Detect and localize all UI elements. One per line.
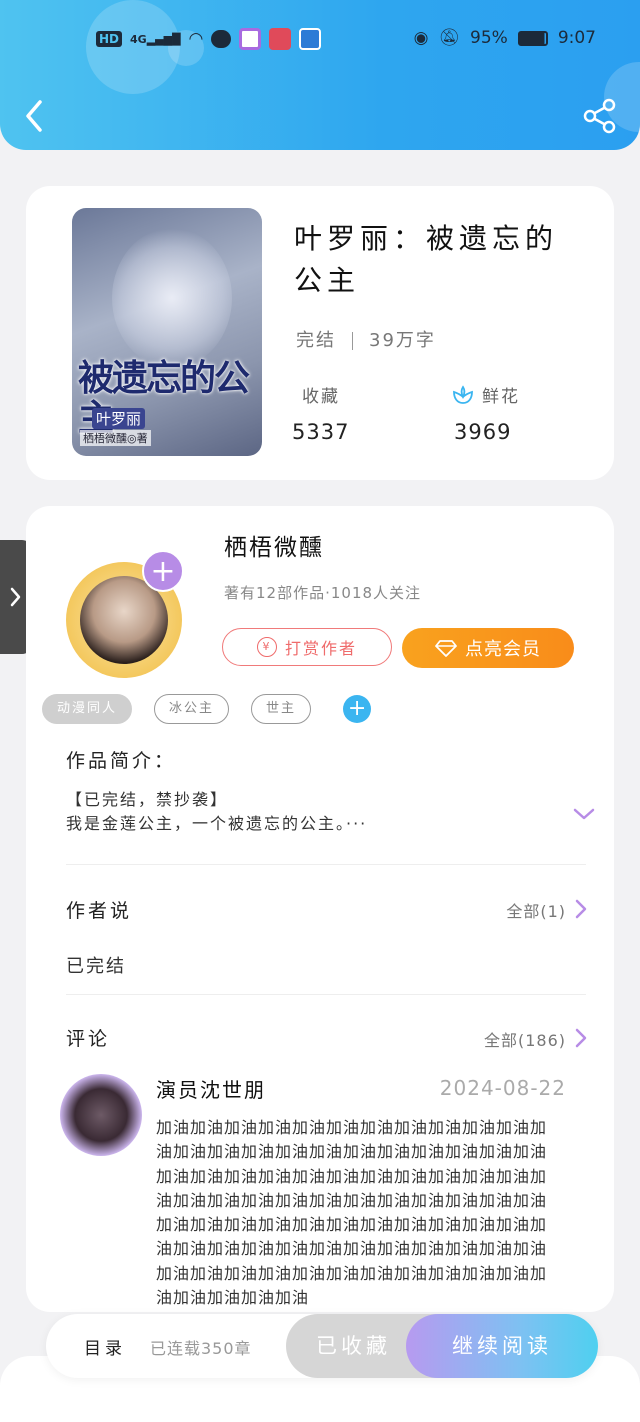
bottom-action-bar: 目录 已连载350章 已收藏 继续阅读 bbox=[46, 1314, 598, 1378]
toc-button[interactable]: 目录 bbox=[84, 1334, 126, 1359]
flower-icon bbox=[453, 384, 473, 404]
detail-card: + 栖梧微醺 著有12部作品·1018人关注 ¥ 打赏作者 点亮会员 动漫同人 … bbox=[26, 506, 614, 1312]
author-name[interactable]: 栖梧微醺 bbox=[224, 528, 324, 562]
diamond-icon bbox=[435, 640, 457, 657]
clock: 9:07 bbox=[557, 28, 596, 48]
chevron-right-icon[interactable] bbox=[574, 1027, 588, 1049]
author-says-content: 已完结 bbox=[66, 956, 126, 977]
intro-line: 我是金莲公主，一个被遗忘的公主。··· bbox=[66, 814, 368, 833]
flower-count: 3969 bbox=[454, 420, 512, 444]
hd-icon: HD bbox=[96, 31, 123, 47]
meta-divider bbox=[352, 332, 353, 350]
divider bbox=[66, 994, 586, 995]
comment-date: 2024-08-22 bbox=[439, 1076, 566, 1100]
vip-button[interactable]: 点亮会员 bbox=[402, 628, 574, 668]
cover-art bbox=[112, 228, 232, 368]
author-says-more[interactable]: 全部(1) bbox=[506, 898, 566, 922]
yen-icon: ¥ bbox=[256, 637, 277, 657]
book-meta: 完结 39万字 bbox=[296, 326, 436, 352]
chat-app-icon bbox=[211, 30, 232, 48]
share-icon[interactable] bbox=[582, 98, 618, 134]
app-icon bbox=[239, 28, 262, 50]
comment-text[interactable]: 加油加油加油加油加油加油加油加油加油加油加油加油加油加油加油加油加油加油加油加油… bbox=[156, 1116, 556, 1310]
eye-icon: ◉ bbox=[413, 28, 429, 48]
signal-icon: 4G▂▄▆█ bbox=[130, 32, 181, 46]
serial-status: 已连载350章 bbox=[150, 1339, 252, 1358]
tip-author-button[interactable]: ¥ 打赏作者 bbox=[222, 628, 392, 666]
vip-label: 点亮会员 bbox=[465, 639, 541, 660]
browser-app-icon bbox=[299, 28, 322, 50]
mute-bell-icon: 🔕︎ bbox=[438, 28, 461, 48]
battery-percent: 95% bbox=[470, 28, 508, 48]
continue-reading-button[interactable]: 继续阅读 bbox=[406, 1314, 598, 1378]
tip-author-label: 打赏作者 bbox=[284, 639, 357, 658]
word-count: 39万字 bbox=[369, 330, 436, 351]
comments-title: 评论 bbox=[66, 1028, 111, 1050]
commenter-name[interactable]: 演员沈世朋 bbox=[156, 1074, 266, 1103]
cover-author: 栖梧微醺◎著 bbox=[80, 430, 151, 446]
battery-icon bbox=[517, 30, 548, 46]
follow-author-button[interactable]: + bbox=[142, 550, 184, 592]
cover-subtitle: 叶罗丽 bbox=[92, 408, 146, 429]
tag-item[interactable]: 冰公主 bbox=[154, 694, 230, 724]
commenter-avatar[interactable] bbox=[60, 1074, 142, 1156]
book-status: 完结 bbox=[296, 330, 336, 351]
tag-list: 动漫同人 冰公主 世主 + bbox=[42, 694, 372, 724]
back-icon[interactable] bbox=[20, 96, 50, 136]
comments-more[interactable]: 全部(186) bbox=[484, 1027, 566, 1051]
intro-text[interactable]: 【已完结，禁抄袭】 我是金莲公主，一个被遗忘的公主。··· bbox=[66, 788, 546, 836]
book-info-card: 被遗忘的公主 叶罗丽 栖梧微醺◎著 叶罗丽：被遗忘的公主 完结 39万字 收藏 5… bbox=[26, 186, 614, 480]
chevron-right-icon[interactable] bbox=[574, 898, 588, 920]
flower-stat[interactable]: 鲜花 bbox=[452, 382, 520, 407]
flower-label: 鲜花 bbox=[482, 387, 520, 407]
intro-title: 作品简介： bbox=[66, 750, 177, 772]
author-says-title: 作者说 bbox=[66, 900, 133, 922]
wifi-icon: ◠ bbox=[188, 29, 204, 49]
add-tag-button[interactable]: + bbox=[343, 695, 372, 723]
book-cover[interactable]: 被遗忘的公主 叶罗丽 栖梧微醺◎著 bbox=[72, 208, 262, 456]
tag-item[interactable]: 动漫同人 bbox=[42, 694, 133, 724]
intro-line: 【已完结，禁抄袭】 bbox=[66, 790, 229, 809]
divider bbox=[66, 864, 586, 865]
expand-chevron-down-icon[interactable] bbox=[572, 806, 596, 822]
tag-item[interactable]: 世主 bbox=[251, 694, 312, 724]
collect-count: 5337 bbox=[292, 420, 350, 444]
author-summary: 著有12部作品·1018人关注 bbox=[224, 584, 422, 602]
header: HD 4G▂▄▆█ ◠ ◉ 🔕︎ 95% 9:07 bbox=[0, 0, 640, 150]
book-title: 叶罗丽：被遗忘的公主 bbox=[294, 222, 559, 297]
book-app-icon bbox=[269, 28, 292, 50]
status-bar: HD 4G▂▄▆█ ◠ ◉ 🔕︎ 95% 9:07 bbox=[0, 26, 640, 56]
collect-label: 收藏 bbox=[302, 387, 340, 407]
